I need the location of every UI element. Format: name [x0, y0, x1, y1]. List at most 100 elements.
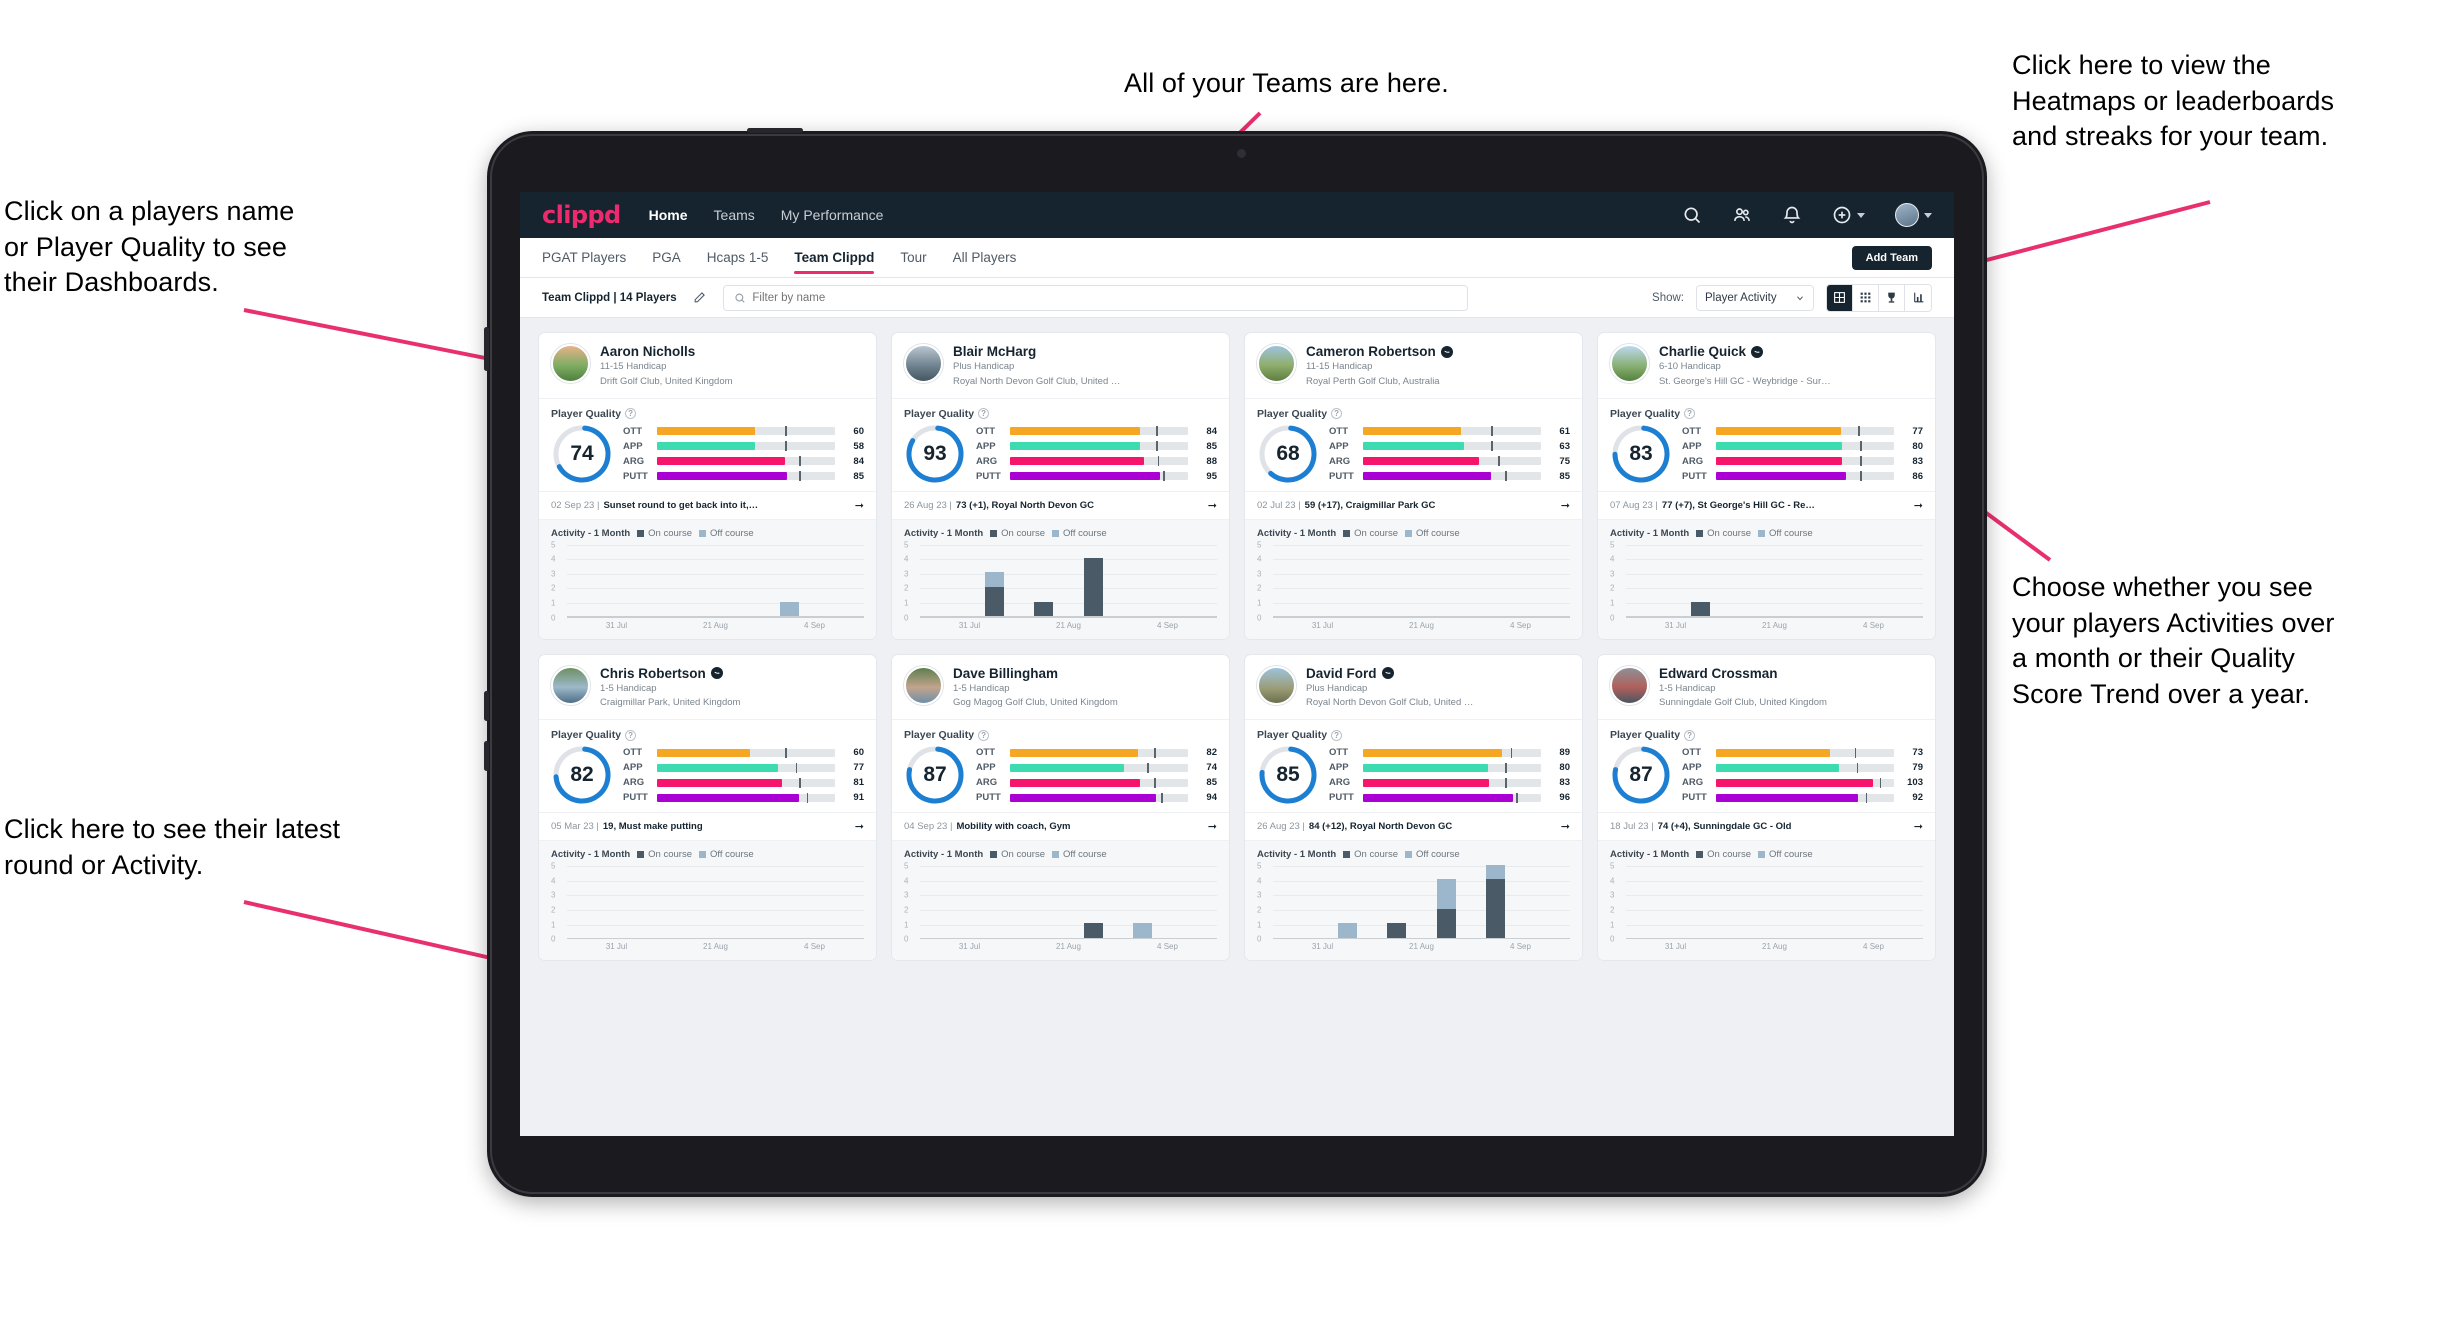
volume-button[interactable] — [484, 327, 489, 371]
edit-team-button[interactable] — [689, 287, 711, 309]
nav-link-my-performance[interactable]: My Performance — [781, 207, 884, 223]
player-quality-section[interactable]: Player Quality? 74 OTT 60 APP 58 ARG 84 PUTT 85 — [539, 397, 876, 491]
player-avatar[interactable] — [551, 344, 590, 383]
metric-bar — [1010, 471, 1188, 482]
player-quality-section[interactable]: Player Quality? 87 OTT 82 APP 74 ARG 85 PUTT 94 — [892, 719, 1229, 812]
metric-value: 81 — [853, 777, 864, 789]
power-button[interactable] — [747, 128, 803, 133]
player-card[interactable]: Cameron Robertson 11-15 Handicap Royal Per… — [1244, 332, 1583, 640]
player-quality-section[interactable]: Player Quality? 87 OTT 73 APP 79 ARG 103 PUTT 92 — [1598, 719, 1935, 812]
player-name-link[interactable]: Cameron Robertson — [1306, 344, 1453, 359]
last-round-row[interactable]: 02 Sep 23 | Sunset round to get back into… — [539, 490, 876, 519]
metric-bar-fill — [1010, 442, 1140, 451]
player-card[interactable]: Dave Billingham 1-5 Handicap Gog Magog Gol… — [891, 653, 1230, 962]
help-icon[interactable]: ? — [625, 408, 637, 420]
help-icon[interactable]: ? — [1684, 729, 1696, 741]
arrow-right-icon[interactable]: ➞ — [1208, 499, 1217, 512]
arrow-right-icon[interactable]: ➞ — [1914, 820, 1923, 833]
arrow-right-icon[interactable]: ➞ — [855, 499, 864, 512]
view-mode-large-grid[interactable] — [1827, 284, 1853, 311]
last-round-date: 26 Aug 23 | — [1257, 821, 1305, 833]
filter-toolbar: Team Clippd | 14 Players Show: Player Ac… — [520, 278, 1954, 318]
player-name-link[interactable]: Aaron Nicholls — [600, 344, 733, 359]
activity-bar-column — [1118, 545, 1168, 617]
help-icon[interactable]: ? — [1331, 408, 1343, 420]
volume-button-2[interactable] — [484, 691, 489, 721]
arrow-right-icon[interactable]: ➞ — [1561, 499, 1570, 512]
activity-chart: 5 4 3 2 1 0 — [1610, 540, 1923, 622]
help-icon[interactable]: ? — [978, 408, 990, 420]
player-name-link[interactable]: David Ford — [1306, 666, 1478, 681]
player-avatar[interactable] — [551, 665, 590, 705]
help-icon[interactable]: ? — [1684, 408, 1696, 420]
search-icon[interactable] — [1682, 205, 1702, 225]
last-round-row[interactable]: 26 Aug 23 | 84 (+12), Royal North Devon G… — [1245, 812, 1582, 840]
tab-pgat-players[interactable]: PGAT Players — [542, 238, 626, 278]
y-axis-tick: 3 — [551, 569, 556, 579]
player-card[interactable]: Chris Robertson 1-5 Handicap Craigmillar P… — [538, 653, 877, 962]
tab-tour[interactable]: Tour — [900, 238, 926, 278]
view-mode-small-grid[interactable] — [1853, 284, 1879, 311]
people-icon[interactable] — [1732, 205, 1752, 225]
volume-button-3[interactable] — [484, 741, 489, 771]
y-axis-tick: 1 — [904, 598, 909, 608]
player-avatar[interactable] — [1257, 344, 1296, 383]
player-quality-section[interactable]: Player Quality? 93 OTT 84 APP 85 ARG 88 PUTT 95 — [892, 397, 1229, 491]
plus-circle-icon[interactable] — [1832, 205, 1852, 225]
last-round-row[interactable]: 02 Jul 23 | 59 (+17), Craigmillar Park GC… — [1245, 490, 1582, 519]
y-axis-tick: 1 — [1257, 920, 1262, 930]
player-name-link[interactable]: Chris Robertson — [600, 666, 740, 681]
player-name-link[interactable]: Blair McHarg — [953, 344, 1125, 359]
view-mode-leaderboard[interactable] — [1879, 284, 1905, 311]
nav-link-home[interactable]: Home — [649, 207, 688, 223]
player-avatar[interactable] — [1257, 665, 1296, 705]
last-round-row[interactable]: 18 Jul 23 | 74 (+4), Sunningdale GC - Old… — [1598, 812, 1935, 840]
player-card[interactable]: Charlie Quick 6-10 Handicap St. George's H… — [1597, 332, 1936, 640]
player-card[interactable]: Blair McHarg Plus Handicap Royal North Dev… — [891, 332, 1230, 640]
player-quality-section[interactable]: Player Quality? 68 OTT 61 APP 63 ARG 75 PUTT 85 — [1245, 397, 1582, 491]
arrow-right-icon[interactable]: ➞ — [855, 820, 864, 833]
add-menu[interactable] — [1832, 205, 1865, 225]
bell-icon[interactable] — [1782, 205, 1802, 225]
search-field-wrapper[interactable] — [722, 284, 1468, 311]
avatar[interactable] — [1895, 203, 1919, 227]
player-avatar[interactable] — [1610, 665, 1649, 705]
tab-hcaps-1-5[interactable]: Hcaps 1-5 — [707, 238, 769, 278]
tab-all-players[interactable]: All Players — [953, 238, 1017, 278]
help-icon[interactable]: ? — [978, 729, 990, 741]
player-name-link[interactable]: Charlie Quick — [1659, 344, 1831, 359]
arrow-right-icon[interactable]: ➞ — [1208, 820, 1217, 833]
player-avatar[interactable] — [904, 344, 943, 383]
player-name-link[interactable]: Dave Billingham — [953, 666, 1118, 681]
player-quality-section[interactable]: Player Quality? 85 OTT 89 APP 80 ARG 83 PUTT 96 — [1245, 719, 1582, 812]
player-quality-section[interactable]: Player Quality? 83 OTT 77 APP 80 ARG 83 PUTT 86 — [1598, 397, 1935, 491]
arrow-right-icon[interactable]: ➞ — [1561, 820, 1570, 833]
view-mode-heatmap[interactable] — [1905, 284, 1931, 311]
add-team-button[interactable]: Add Team — [1851, 245, 1932, 270]
nav-link-teams[interactable]: Teams — [714, 207, 755, 223]
player-avatar[interactable] — [904, 665, 943, 705]
last-round-row[interactable]: 26 Aug 23 | 73 (+1), Royal North Devon GC… — [892, 490, 1229, 519]
profile-menu[interactable] — [1895, 203, 1932, 227]
clippd-logo[interactable]: clippd — [542, 201, 621, 229]
player-avatar[interactable] — [1610, 344, 1649, 383]
help-icon[interactable]: ? — [625, 729, 637, 741]
last-round-row[interactable]: 04 Sep 23 | Mobility with coach, Gym ➞ — [892, 812, 1229, 840]
player-quality-section[interactable]: Player Quality? 82 OTT 60 APP 77 ARG 81 PUTT 91 — [539, 719, 876, 812]
search-input[interactable] — [752, 291, 1457, 304]
activity-header: Activity - 1 Month On course Off course — [551, 849, 864, 860]
player-card[interactable]: Edward Crossman 1-5 Handicap Sunningdale G… — [1597, 653, 1936, 962]
player-handicap: 1-5 Handicap — [1659, 682, 1716, 694]
player-card[interactable]: David Ford Plus Handicap Royal North Devon… — [1244, 653, 1583, 962]
last-round-row[interactable]: 07 Aug 23 | 77 (+7), St George's Hill GC … — [1598, 490, 1935, 519]
last-round-row[interactable]: 05 Mar 23 | 19, Must make putting ➞ — [539, 812, 876, 840]
metric-value: 83 — [1912, 455, 1923, 467]
player-name-link[interactable]: Edward Crossman — [1659, 666, 1827, 681]
tab-team-clippd[interactable]: Team Clippd — [794, 238, 875, 278]
metric-value: 80 — [1912, 440, 1923, 452]
player-card[interactable]: Aaron Nicholls 11-15 Handicap Drift Golf C… — [538, 332, 877, 640]
help-icon[interactable]: ? — [1331, 729, 1343, 741]
tab-pga[interactable]: PGA — [652, 238, 681, 278]
show-select[interactable]: Player Activity — [1696, 284, 1814, 311]
arrow-right-icon[interactable]: ➞ — [1914, 499, 1923, 512]
